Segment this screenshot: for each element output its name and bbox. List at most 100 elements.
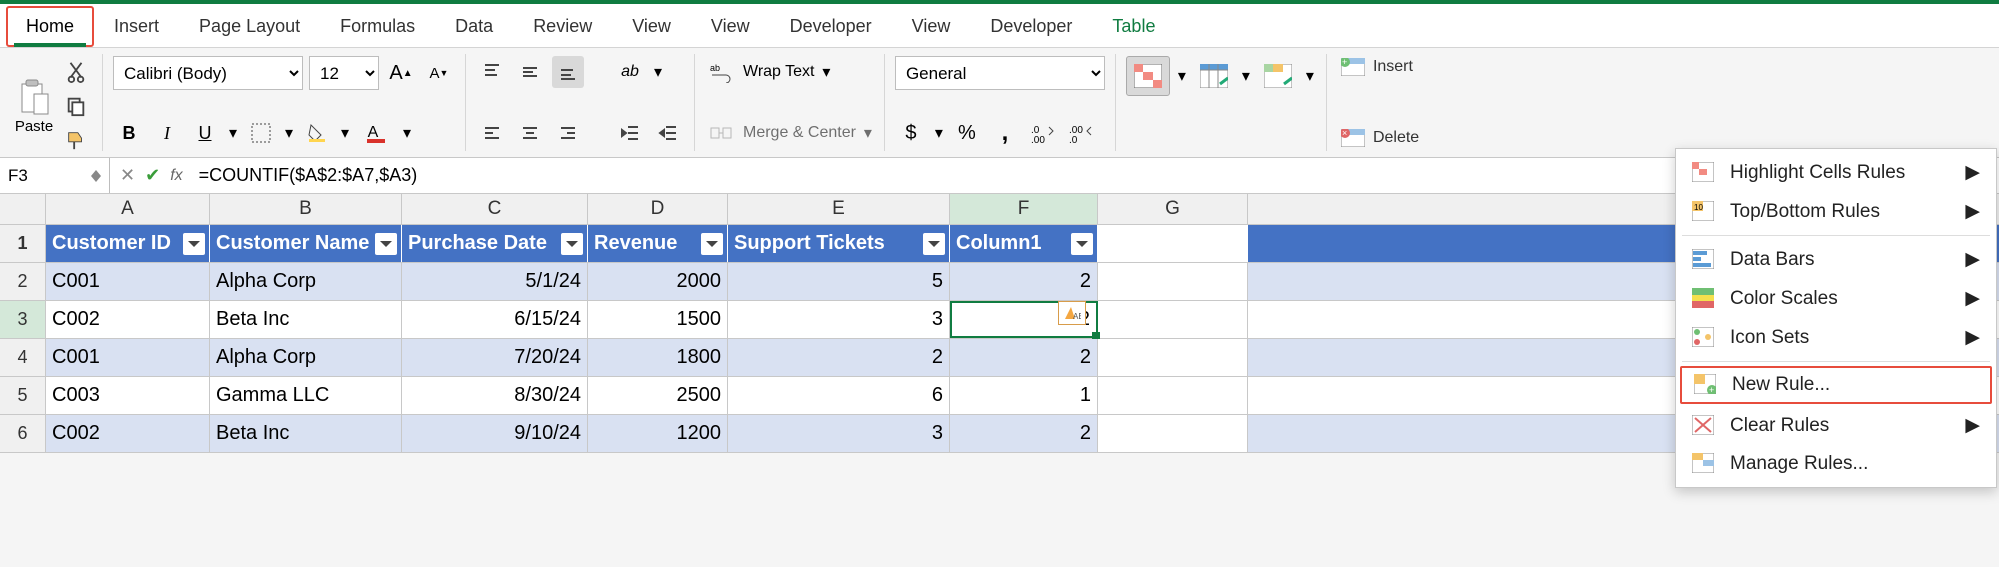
tab-view-3[interactable]: View: [892, 6, 971, 47]
format-painter-button[interactable]: [60, 124, 92, 156]
cell[interactable]: 3: [728, 301, 950, 338]
th-revenue[interactable]: Revenue: [588, 225, 728, 262]
font-color-button[interactable]: A: [357, 117, 389, 149]
borders-button[interactable]: [245, 117, 277, 149]
merge-dropdown[interactable]: ▾: [862, 117, 874, 149]
col-header-c[interactable]: C: [402, 194, 588, 224]
cf-menu-clear-rules[interactable]: Clear Rules▶: [1676, 406, 1996, 445]
insert-cells-button[interactable]: + Insert: [1337, 56, 1423, 78]
cut-button[interactable]: [60, 56, 92, 88]
orientation-dropdown[interactable]: ▾: [652, 56, 664, 88]
tab-pagelayout[interactable]: Page Layout: [179, 6, 320, 47]
th-customer-id[interactable]: Customer ID: [46, 225, 210, 262]
align-center-button[interactable]: [514, 117, 546, 149]
filter-icon[interactable]: [1071, 233, 1093, 255]
tab-table[interactable]: Table: [1092, 6, 1175, 47]
row-header-2[interactable]: 2: [0, 263, 46, 300]
cf-menu-color-scales[interactable]: Color Scales▶: [1676, 279, 1996, 318]
cell[interactable]: Beta Inc: [210, 301, 402, 338]
align-bottom-button[interactable]: [552, 56, 584, 88]
cell[interactable]: 2: [728, 339, 950, 376]
filter-icon[interactable]: [375, 233, 397, 255]
borders-dropdown[interactable]: ▾: [283, 117, 295, 149]
filter-icon[interactable]: [561, 233, 583, 255]
cell[interactable]: C001: [46, 263, 210, 300]
row-header-6[interactable]: 6: [0, 415, 46, 452]
align-right-button[interactable]: [552, 117, 584, 149]
align-middle-button[interactable]: [514, 56, 546, 88]
th-column1[interactable]: Column1: [950, 225, 1098, 262]
tab-view-2[interactable]: View: [691, 6, 770, 47]
select-all-corner[interactable]: [0, 194, 46, 224]
increase-font-button[interactable]: A▲: [385, 57, 417, 89]
cell[interactable]: Alpha Corp: [210, 263, 402, 300]
th-customer-name[interactable]: Customer Name: [210, 225, 402, 262]
cell[interactable]: 6/15/24: [402, 301, 588, 338]
cell[interactable]: 2: [950, 263, 1098, 300]
font-name-select[interactable]: Calibri (Body): [113, 56, 303, 90]
cell-g1[interactable]: [1098, 225, 1248, 262]
cell[interactable]: [1098, 415, 1248, 452]
number-format-select[interactable]: General: [895, 56, 1105, 90]
cell[interactable]: C003: [46, 377, 210, 414]
enter-formula-icon[interactable]: ✔: [145, 165, 160, 186]
tab-developer-2[interactable]: Developer: [970, 6, 1092, 47]
col-header-g[interactable]: G: [1098, 194, 1248, 224]
cell[interactable]: 2500: [588, 377, 728, 414]
cell[interactable]: 1800: [588, 339, 728, 376]
col-header-b[interactable]: B: [210, 194, 402, 224]
underline-button[interactable]: U: [189, 117, 221, 149]
font-color-dropdown[interactable]: ▾: [401, 117, 413, 149]
cell[interactable]: [1098, 377, 1248, 414]
decrease-decimal-button[interactable]: .00.0: [1065, 117, 1097, 149]
decrease-indent-button[interactable]: [614, 117, 646, 149]
cell[interactable]: [1098, 263, 1248, 300]
percent-button[interactable]: %: [951, 117, 983, 149]
cell[interactable]: 8/30/24: [402, 377, 588, 414]
cf-menu-highlight-cells-rules[interactable]: Highlight Cells Rules▶: [1676, 153, 1996, 192]
cell[interactable]: 1500: [588, 301, 728, 338]
increase-indent-button[interactable]: [652, 117, 684, 149]
cell[interactable]: 5/1/24: [402, 263, 588, 300]
bold-button[interactable]: B: [113, 117, 145, 149]
cell[interactable]: 5: [728, 263, 950, 300]
cell[interactable]: C002: [46, 301, 210, 338]
cell[interactable]: Alpha Corp: [210, 339, 402, 376]
autofill-options-icon[interactable]: ABC: [1058, 301, 1086, 325]
th-support-tickets[interactable]: Support Tickets: [728, 225, 950, 262]
cf-menu-new-rule-[interactable]: +New Rule...: [1680, 366, 1992, 404]
row-header-5[interactable]: 5: [0, 377, 46, 414]
tab-home[interactable]: Home: [6, 6, 94, 47]
tab-data[interactable]: Data: [435, 6, 513, 47]
orientation-button[interactable]: ab: [614, 56, 646, 88]
cell[interactable]: Gamma LLC: [210, 377, 402, 414]
format-table-dropdown[interactable]: ▾: [1240, 60, 1252, 92]
conditional-formatting-button[interactable]: [1126, 56, 1170, 96]
increase-decimal-button[interactable]: .0.00: [1027, 117, 1059, 149]
cell[interactable]: 1: [950, 377, 1098, 414]
cf-menu-top-bottom-rules[interactable]: 10Top/Bottom Rules▶: [1676, 192, 1996, 231]
copy-button[interactable]: [60, 90, 92, 122]
col-header-f[interactable]: F: [950, 194, 1098, 224]
wrap-text-dropdown[interactable]: ▾: [820, 56, 832, 88]
delete-cells-button[interactable]: × Delete: [1337, 127, 1423, 149]
conditional-formatting-dropdown[interactable]: ▾: [1176, 60, 1188, 92]
filter-icon[interactable]: [183, 233, 205, 255]
cell[interactable]: 9/10/24: [402, 415, 588, 452]
fill-color-button[interactable]: [301, 117, 333, 149]
col-header-e[interactable]: E: [728, 194, 950, 224]
cf-menu-icon-sets[interactable]: Icon Sets▶: [1676, 318, 1996, 357]
cf-menu-manage-rules-[interactable]: Manage Rules...: [1676, 445, 1996, 483]
cell[interactable]: 2: [950, 339, 1098, 376]
cell[interactable]: 2000: [588, 263, 728, 300]
cell[interactable]: 2: [950, 415, 1098, 452]
tab-view[interactable]: View: [612, 6, 691, 47]
italic-button[interactable]: I: [151, 117, 183, 149]
cell[interactable]: 1200: [588, 415, 728, 452]
cell-styles-button[interactable]: [1258, 56, 1298, 96]
col-header-d[interactable]: D: [588, 194, 728, 224]
paste-button[interactable]: Paste: [14, 78, 54, 135]
cell[interactable]: [1098, 301, 1248, 338]
cell[interactable]: 6: [728, 377, 950, 414]
tab-formulas[interactable]: Formulas: [320, 6, 435, 47]
